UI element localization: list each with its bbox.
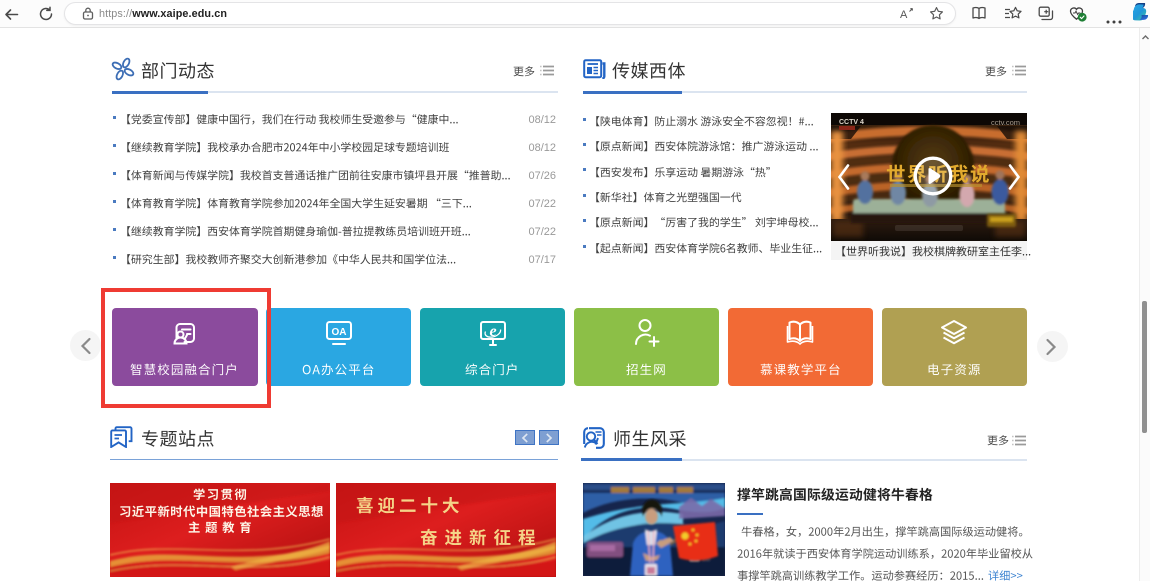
- svg-text:A: A: [900, 9, 908, 21]
- svg-text:cctv.com: cctv.com: [991, 118, 1020, 127]
- svg-text:CCTV 4: CCTV 4: [839, 119, 864, 126]
- svg-text:OA: OA: [331, 327, 346, 338]
